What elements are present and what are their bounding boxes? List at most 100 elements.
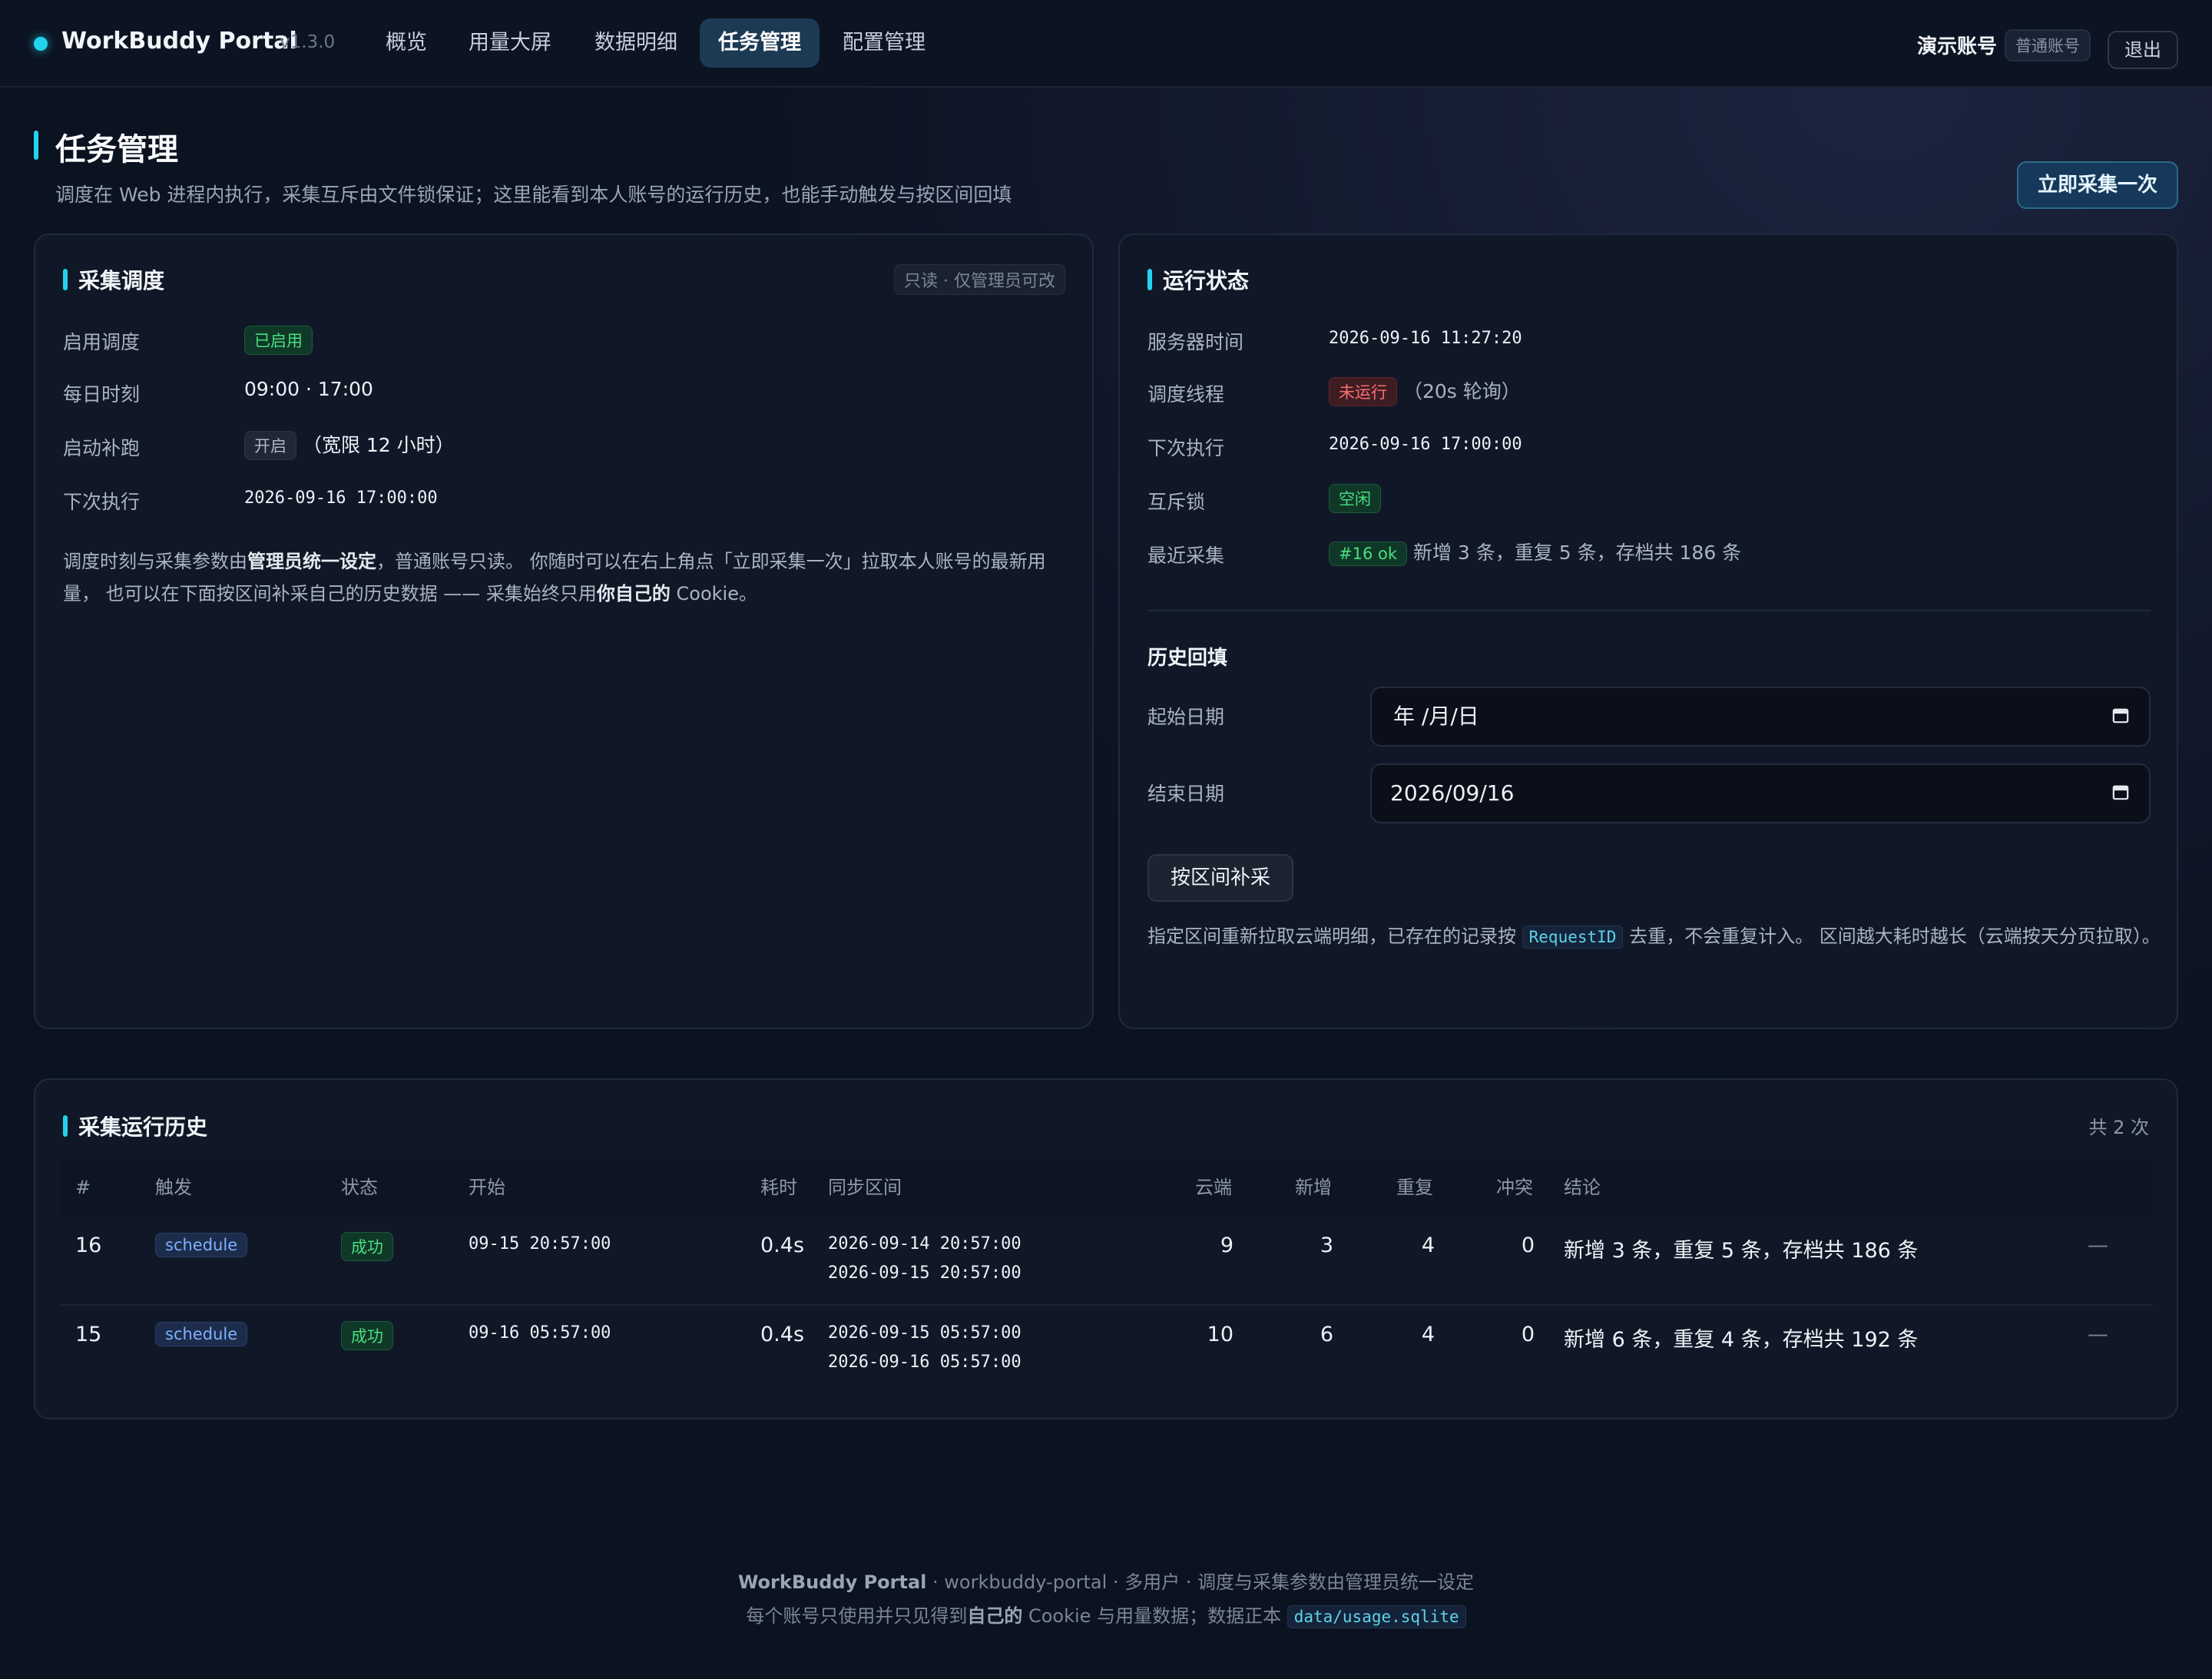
cloud-count: 10: [1207, 1323, 1233, 1346]
logout-button[interactable]: 退出: [2108, 31, 2178, 69]
next-run-value: 2026-09-16 17:00:00: [244, 488, 438, 508]
title-accent-bar: [34, 131, 38, 160]
catchup-badge: 开启: [244, 431, 296, 460]
range-from: 2026-09-14 20:57:00: [828, 1234, 1022, 1253]
status-badge: 成功: [341, 1232, 393, 1261]
row-extra: —: [2088, 1323, 2108, 1346]
daily-time-label: 每日时刻: [63, 383, 141, 406]
start-time: 09-16 05:57:00: [469, 1323, 611, 1343]
col-sync-range: 同步区间: [828, 1177, 902, 1198]
run-id: 15: [75, 1323, 102, 1346]
schedule-description: 调度时刻与采集参数由管理员统一设定，普通账号只读。 你随时可以在右上角点「立即采…: [63, 551, 1046, 604]
col-status: 状态: [341, 1177, 378, 1198]
result-text: 新增 6 条，重复 4 条，存档共 192 条: [1564, 1328, 1919, 1352]
last-collect-label: 最近采集: [1147, 545, 1225, 567]
col-trigger: 触发: [155, 1177, 192, 1198]
trigger-badge: schedule: [155, 1322, 248, 1346]
col-conflict: 冲突: [1496, 1177, 1533, 1198]
start-date-label: 起始日期: [1147, 706, 1225, 728]
duration: 0.4s: [760, 1323, 805, 1346]
daily-time-value: 09:00 · 17:00: [244, 378, 373, 400]
history-count: 共 2 次: [2088, 1117, 2149, 1138]
readonly-tag: 只读 · 仅管理员可改: [894, 264, 1065, 295]
tab-config-management[interactable]: 配置管理: [824, 18, 944, 68]
catchup-label: 启动补跑: [63, 437, 141, 459]
user-name: 演示账号: [1917, 35, 1998, 58]
last-collect-summary: 新增 3 条，重复 5 条，存档共 186 条: [1412, 541, 1742, 564]
history-title: 采集运行历史: [78, 1114, 208, 1140]
catchup-grace: （宽限 12 小时）: [302, 434, 455, 456]
brand-dot-icon: [34, 37, 48, 51]
table-row: 16 schedule 成功 09-15 20:57:00 0.4s 2026-…: [60, 1217, 2152, 1306]
trigger-badge: schedule: [155, 1233, 248, 1257]
tab-task-management[interactable]: 任务管理: [700, 18, 820, 68]
server-time-label: 服务器时间: [1147, 331, 1244, 353]
schedule-card-title: 采集调度: [78, 268, 165, 293]
col-duplicate: 重复: [1396, 1177, 1433, 1198]
schedule-card: 采集调度 只读 · 仅管理员可改 启用调度 已启用 每日时刻 09:00 · 1…: [34, 233, 1094, 1029]
tab-overview[interactable]: 概览: [367, 18, 445, 68]
backfill-range-button[interactable]: 按区间补采: [1147, 854, 1294, 902]
new-count: 3: [1320, 1234, 1333, 1257]
col-result: 结论: [1564, 1177, 1601, 1198]
col-cloud: 云端: [1195, 1177, 1232, 1198]
footer-line-2: 每个账号只使用并只见得到自己的 Cookie 与用量数据；数据正本 data/u…: [0, 1601, 2212, 1628]
table-row: 15 schedule 成功 09-16 05:57:00 0.4s 2026-…: [60, 1306, 2152, 1395]
thread-label: 调度线程: [1147, 383, 1225, 406]
run-id: 16: [75, 1234, 102, 1257]
user-role-badge: 普通账号: [2005, 29, 2091, 61]
col-duration: 耗时: [760, 1177, 797, 1198]
backfill-title: 历史回填: [1147, 647, 1228, 670]
page-subtitle: 调度在 Web 进程内执行，采集互斥由文件锁保证；这里能看到本人账号的运行历史，…: [55, 184, 1012, 206]
duplicate-count: 4: [1421, 1323, 1435, 1346]
lock-label: 互斥锁: [1147, 491, 1206, 513]
status-badge: 成功: [341, 1321, 393, 1350]
calendar-icon[interactable]: [2112, 707, 2129, 724]
top-nav: WorkBuddy Portal v1.3.0 概览 用量大屏 数据明细 任务管…: [0, 0, 2212, 88]
start-date-input[interactable]: 年 /月/日: [1370, 687, 2151, 747]
result-text: 新增 3 条，重复 5 条，存档共 186 条: [1564, 1239, 1919, 1263]
divider: [1147, 610, 2151, 611]
col-new: 新增: [1295, 1177, 1332, 1198]
duplicate-count: 4: [1421, 1234, 1435, 1257]
thread-poll-interval: （20s 轮询）: [1402, 380, 1521, 402]
end-date-input[interactable]: 2026/09/16: [1370, 763, 2151, 823]
app-version: v1.3.0: [280, 32, 336, 52]
app-name: WorkBuddy Portal: [61, 28, 297, 55]
page-title: 任务管理: [55, 132, 178, 167]
range-to: 2026-09-15 20:57:00: [828, 1263, 1022, 1283]
lock-status-badge: 空闲: [1329, 484, 1381, 513]
tab-data-detail[interactable]: 数据明细: [576, 18, 696, 68]
col-id: #: [75, 1177, 91, 1198]
next-run-label: 下次执行: [63, 491, 141, 513]
last-collect-badge: #16 ok: [1329, 541, 1408, 566]
card-accent-bar: [1147, 269, 1152, 290]
range-to: 2026-09-16 05:57:00: [828, 1353, 1022, 1372]
backfill-description: 指定区间重新拉取云端明细，已存在的记录按 RequestID 去重，不会重复计入…: [1147, 926, 2161, 949]
enable-label: 启用调度: [63, 331, 141, 353]
end-date-label: 结束日期: [1147, 783, 1225, 805]
col-start: 开始: [469, 1177, 505, 1198]
cloud-count: 9: [1220, 1234, 1233, 1257]
history-table-header: # 触发 状态 开始 耗时 同步区间 云端 新增 重复 冲突 结论: [60, 1160, 2152, 1215]
new-count: 6: [1320, 1323, 1333, 1346]
conflict-count: 0: [1521, 1234, 1535, 1257]
range-from: 2026-09-15 05:57:00: [828, 1323, 1022, 1343]
conflict-count: 0: [1521, 1323, 1535, 1346]
next-run-value: 2026-09-16 17:00:00: [1329, 435, 1522, 454]
status-card-title: 运行状态: [1163, 268, 1250, 293]
start-time: 09-15 20:57:00: [469, 1234, 611, 1253]
card-accent-bar: [63, 1115, 68, 1137]
card-accent-bar: [63, 269, 68, 290]
server-time-value: 2026-09-16 11:27:20: [1329, 329, 1522, 348]
duration: 0.4s: [760, 1234, 805, 1257]
status-card: 运行状态 服务器时间 2026-09-16 11:27:20 调度线程 未运行 …: [1118, 233, 2178, 1029]
calendar-icon[interactable]: [2112, 783, 2129, 800]
tab-usage-dashboard[interactable]: 用量大屏: [450, 18, 570, 68]
row-extra: —: [2088, 1234, 2108, 1257]
next-run-label: 下次执行: [1147, 437, 1225, 459]
footer-line-1: WorkBuddy Portal · workbuddy-portal · 多用…: [737, 1571, 1475, 1593]
collect-now-button[interactable]: 立即采集一次: [2017, 161, 2178, 209]
thread-status-badge: 未运行: [1329, 377, 1397, 406]
enabled-badge: 已启用: [244, 326, 313, 355]
